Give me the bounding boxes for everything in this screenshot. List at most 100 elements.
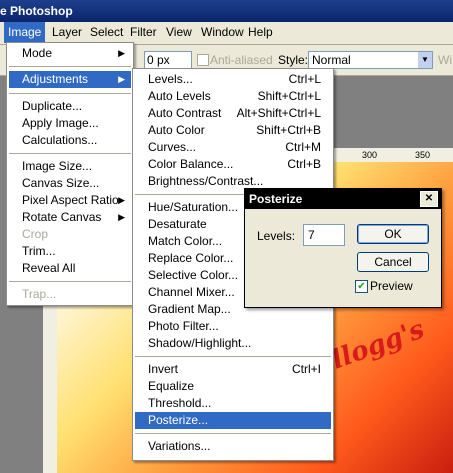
menu-item-shortcut: Shift+Ctrl+B [256,123,321,137]
menu-item-label: Mode [22,46,53,60]
style-label: Style: [278,53,309,67]
menu-item-label: Rotate Canvas [22,210,102,224]
menu-item-posterize[interactable]: Posterize... [135,412,331,429]
menu-item-shortcut: Ctrl+M [285,140,321,154]
ruler-tick-label: 350 [415,150,431,160]
menu-item-calculations[interactable]: Calculations... [9,132,131,149]
menu-item-label: Hue/Saturation... [148,200,239,214]
menu-item-image-size[interactable]: Image Size... [9,158,131,175]
horizontal-ruler: 300 350 [320,148,453,163]
menu-item-apply-image[interactable]: Apply Image... [9,115,131,132]
menu-item-crop: Crop [9,226,131,243]
menu-item-levels[interactable]: Levels... Ctrl+L [135,71,331,88]
menu-item-label: Equalize [148,379,195,393]
menu-window[interactable]: Window [197,22,248,43]
menu-item-shadow-highlight[interactable]: Shadow/Highlight... [135,335,331,352]
menu-item-label: Curves... [148,140,197,154]
menu-separator [9,281,131,282]
menu-item-trim[interactable]: Trim... [9,243,131,260]
menu-item-equalize[interactable]: Equalize [135,378,331,395]
menu-item-label: Auto Color [148,123,205,137]
menu-item-curves[interactable]: Curves... Ctrl+M [135,139,331,156]
antialias-label: Anti-aliased [210,53,273,67]
menu-item-label: Posterize... [148,413,209,427]
menu-item-auto-levels[interactable]: Auto Levels Shift+Ctrl+L [135,88,331,105]
menu-item-label: Trim... [22,244,56,258]
menu-item-label: Selective Color... [148,268,239,282]
menu-item-label: Crop [22,227,49,241]
menu-separator [135,433,331,434]
menu-item-label: Threshold... [148,396,212,410]
menu-item-label: Duplicate... [22,99,83,113]
menu-item-label: Brightness/Contrast... [148,174,264,188]
ruler-tick-label: 300 [362,150,378,160]
menu-item-label: Color Balance... [148,157,234,171]
menu-item-reveal-all[interactable]: Reveal All [9,260,131,277]
submenu-arrow-icon: ▶ [118,212,125,222]
preview-checkbox[interactable]: ✔ [355,280,368,293]
menu-separator [135,356,331,357]
image-menu: Mode ▶ Adjustments ▶ Duplicate... Apply … [6,42,134,306]
menu-item-label: Adjustments [22,72,89,86]
dialog-title: Posterize [249,192,303,206]
close-icon[interactable]: ✕ [420,191,438,207]
menu-item-canvas-size[interactable]: Canvas Size... [9,175,131,192]
menu-view[interactable]: View [162,22,196,43]
menu-item-invert[interactable]: Invert Ctrl+I [135,361,331,378]
menu-image[interactable]: Image [4,22,46,43]
title-bar: e Photoshop [0,0,453,22]
cancel-button[interactable]: Cancel [357,252,429,272]
levels-input[interactable]: 7 [303,224,345,246]
feather-input[interactable]: 0 px [144,51,192,69]
menu-layer[interactable]: Layer [48,22,86,43]
menu-item-label: Apply Image... [22,116,99,130]
menu-item-label: Channel Mixer... [148,285,235,299]
menu-item-auto-contrast[interactable]: Auto Contrast Alt+Shift+Ctrl+L [135,105,331,122]
menu-item-shortcut: Ctrl+I [291,362,321,376]
ok-button[interactable]: OK [357,224,429,244]
menu-help[interactable]: Help [244,22,277,43]
window-title: e Photoshop [0,4,73,18]
style-select[interactable]: Normal ▼ [308,51,433,69]
style-select-value: Normal [312,53,351,67]
menu-item-photo-filter[interactable]: Photo Filter... [135,318,331,335]
menu-item-auto-color[interactable]: Auto Color Shift+Ctrl+B [135,122,331,139]
preview-label: Preview [370,279,413,293]
menu-item-label: Pixel Aspect Ratio [22,193,119,207]
menu-item-trap: Trap... [9,286,131,303]
antialias-checkbox[interactable] [197,54,209,66]
posterize-dialog: Posterize ✕ Levels: 7 OK Cancel ✔ Previe… [244,188,442,308]
menu-item-label: Auto Levels [148,89,211,103]
menu-select[interactable]: Select [86,22,127,43]
menu-item-shortcut: Shift+Ctrl+L [257,89,321,103]
levels-label: Levels: [257,229,296,243]
menu-item-label: Canvas Size... [22,176,100,190]
dialog-title-bar: Posterize ✕ [245,189,441,209]
menu-item-variations[interactable]: Variations... [135,438,331,455]
submenu-arrow-icon: ▶ [118,195,125,205]
menu-item-pixel-aspect-ratio[interactable]: Pixel Aspect Ratio ▶ [9,192,131,209]
menu-separator [9,93,131,94]
menu-item-shortcut: Alt+Shift+Ctrl+L [236,106,321,120]
menu-item-threshold[interactable]: Threshold... [135,395,331,412]
menu-item-label: Replace Color... [148,251,234,265]
chevron-down-icon[interactable]: ▼ [418,52,432,68]
menu-item-label: Match Color... [148,234,223,248]
menu-filter[interactable]: Filter [126,22,161,43]
menu-item-rotate-canvas[interactable]: Rotate Canvas ▶ [9,209,131,226]
menu-item-label: Shadow/Highlight... [148,336,252,350]
menu-item-label: Trap... [22,287,57,301]
menu-item-label: Calculations... [22,133,98,147]
menu-item-label: Gradient Map... [148,302,231,316]
menu-item-color-balance[interactable]: Color Balance... Ctrl+B [135,156,331,173]
menu-item-adjustments[interactable]: Adjustments ▶ [9,71,131,88]
menu-item-label: Variations... [148,439,211,453]
menu-separator [9,66,131,67]
menu-item-shortcut: Ctrl+B [287,157,321,171]
submenu-arrow-icon: ▶ [118,74,125,84]
menu-item-mode[interactable]: Mode ▶ [9,45,131,62]
menu-item-label: Image Size... [22,159,93,173]
vertical-ruler [43,305,58,473]
menu-item-duplicate[interactable]: Duplicate... [9,98,131,115]
width-label: Wi [438,53,452,67]
